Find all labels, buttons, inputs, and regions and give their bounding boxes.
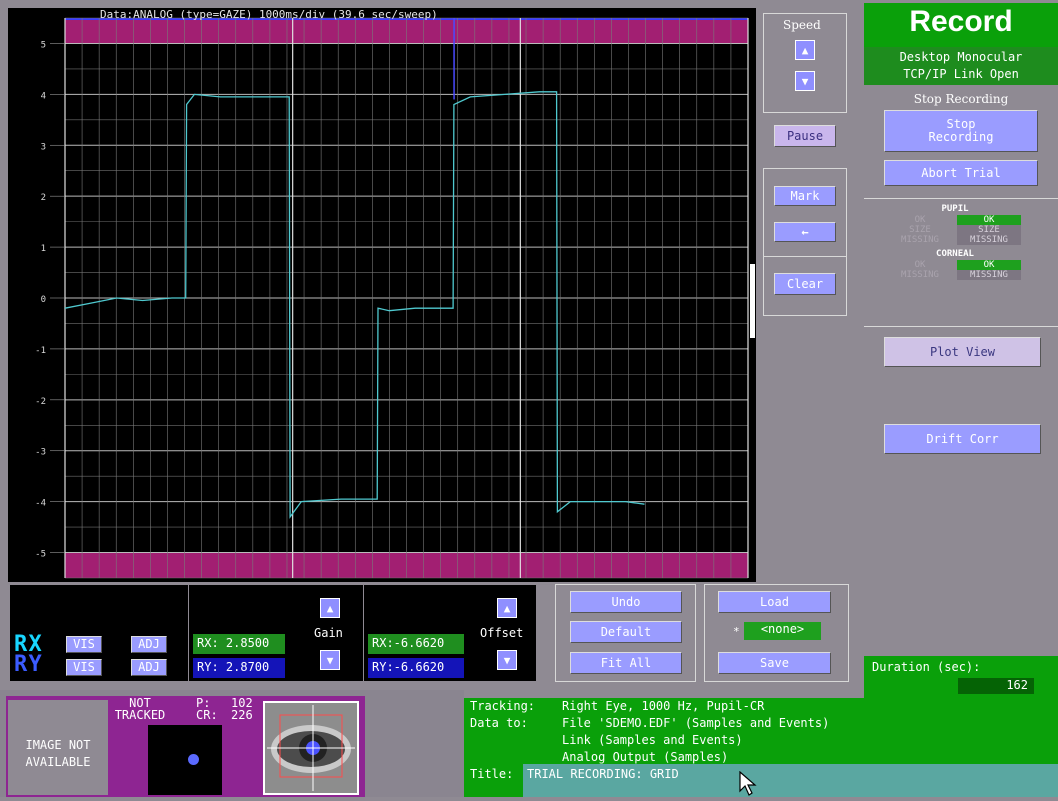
corneal-label: CORNEAL [936, 249, 974, 259]
duration-label: Duration (sec): [872, 660, 981, 674]
pupil-dot-icon [188, 754, 199, 765]
abort-trial-button[interactable]: Abort Trial [884, 160, 1038, 186]
stop-recording-heading: Stop Recording [913, 92, 1009, 106]
record-divider-2 [864, 326, 1058, 327]
y-tick-label: 1 [41, 244, 46, 254]
corneal-missing-dim: MISSING [901, 270, 939, 280]
device-label: Desktop Monocular [899, 50, 1023, 64]
load-button[interactable]: Load [718, 591, 831, 613]
pupil-size-status: SIZE [957, 225, 1021, 235]
rx-adj-button[interactable]: ADJ [131, 636, 167, 653]
y-tick-label: 2 [41, 193, 46, 203]
clear-button[interactable]: Clear [774, 273, 836, 295]
y-tick-label: -4 [35, 499, 46, 509]
y-tick-label: -1 [35, 346, 46, 356]
offset-up-button[interactable]: ▲ [497, 598, 517, 618]
gain-ry-value: RY: 2.8700 [193, 658, 285, 678]
undo-button[interactable]: Undo [570, 591, 682, 613]
pupil-missing-status: MISSING [957, 235, 1021, 245]
pupil-label: PUPIL [941, 204, 969, 214]
y-tick-label: -3 [35, 448, 46, 458]
duration-value: 162 [958, 678, 1034, 694]
stop-recording-button[interactable]: Stop Recording [884, 110, 1038, 152]
y-tick-label: 0 [41, 295, 46, 305]
title-input-value: TRIAL RECORDING: GRID [527, 767, 679, 781]
offset-down-button[interactable]: ▼ [497, 650, 517, 670]
corneal-ok-status: OK [957, 260, 1021, 270]
cr-value: 226 [231, 708, 253, 722]
gaze-series-line [64, 91, 645, 519]
mark-divider [763, 256, 847, 257]
cr-value-label: CR: [196, 708, 218, 722]
y-tick-label: -2 [35, 397, 46, 407]
scroll-handle[interactable] [750, 264, 755, 338]
y-tick-label: 3 [41, 142, 46, 152]
image-not-available-text: IMAGE NOT AVAILABLE [25, 738, 91, 769]
back-button[interactable]: ← [774, 222, 836, 242]
speed-down-button[interactable]: ▼ [795, 71, 815, 91]
pupil-ok-dim: OK [914, 215, 926, 225]
ry-label: R Y [14, 652, 42, 677]
corneal-ok-dim: OK [914, 260, 926, 270]
y-tick-label: 5 [41, 40, 46, 50]
tracking-value: Right Eye, 1000 Hz, Pupil-CR [562, 699, 765, 713]
config-selector[interactable]: <none> [744, 622, 821, 640]
title-label: Title: [470, 767, 514, 781]
pupil-missing-dim: MISSING [901, 235, 939, 245]
offset-ry-value: RY:-6.6620 [368, 658, 464, 678]
eye-image-icon [267, 705, 355, 791]
offset-label: Offset [480, 626, 524, 640]
data-to-link: Link (Samples and Events) [562, 733, 743, 747]
speed-label: Speed [783, 18, 821, 32]
record-title: Record [909, 5, 1013, 38]
mark-button[interactable]: Mark [774, 186, 836, 206]
gaze-chart: 5 4 3 2 1 0 -1 -2 -3 -4 -5 [8, 8, 756, 582]
speed-up-button[interactable]: ▲ [795, 40, 815, 60]
save-button[interactable]: Save [718, 652, 831, 674]
data-to-analog: Analog Output (Samples) [562, 750, 729, 764]
y-tick-label: 4 [41, 91, 46, 101]
gain-rx-value: RX: 2.8500 [193, 634, 285, 654]
pupil-size-dim: SIZE [909, 225, 931, 235]
tracking-label: Tracking: [470, 699, 536, 713]
rx-vis-button[interactable]: VIS [66, 636, 102, 653]
ry-adj-button[interactable]: ADJ [131, 659, 167, 676]
offset-rx-value: RX:-6.6620 [368, 634, 464, 654]
plot-view-button[interactable]: Plot View [884, 337, 1041, 367]
link-status: TCP/IP Link Open [903, 67, 1019, 81]
gain-label: Gain [314, 626, 343, 640]
none-marker: * [733, 625, 740, 638]
eye-camera-view [263, 701, 359, 795]
default-button[interactable]: Default [570, 621, 682, 643]
tracking-view [148, 725, 222, 795]
mouse-cursor-icon [738, 770, 760, 797]
ry-vis-button[interactable]: VIS [66, 659, 102, 676]
gain-down-button[interactable]: ▼ [320, 650, 340, 670]
gain-up-button[interactable]: ▲ [320, 598, 340, 618]
fit-all-button[interactable]: Fit All [570, 652, 682, 674]
y-tick-label: -5 [35, 550, 46, 560]
pupil-ok-status: OK [957, 215, 1021, 225]
not-tracked-text: NOT TRACKED [114, 696, 166, 722]
gaze-chart-svg: 5 4 3 2 1 0 -1 -2 -3 -4 -5 [35, 17, 749, 579]
pause-button[interactable]: Pause [774, 125, 836, 147]
drift-corr-button[interactable]: Drift Corr [884, 424, 1041, 454]
corneal-missing-status: MISSING [957, 270, 1021, 280]
record-divider-1 [864, 198, 1058, 199]
data-to-label: Data to: [470, 716, 528, 730]
chart-title: Data:ANALOG (type=GAZE) 1000ms/div (39.6… [100, 8, 438, 21]
data-to-file: File 'SDEMO.EDF' (Samples and Events) [562, 716, 830, 730]
